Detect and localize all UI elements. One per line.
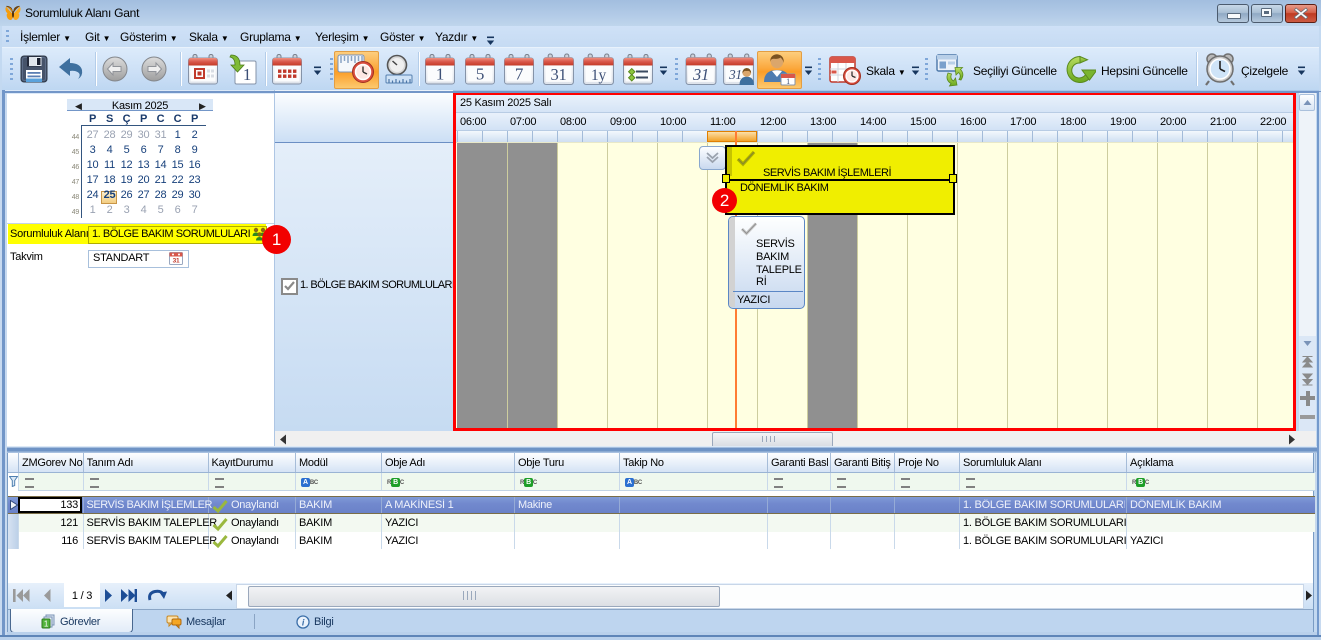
svg-text:5: 5 xyxy=(476,65,484,84)
svg-text:31: 31 xyxy=(728,67,742,82)
svg-text:7: 7 xyxy=(515,65,524,84)
svg-text:1: 1 xyxy=(243,65,251,84)
svg-text:31: 31 xyxy=(173,258,180,265)
svg-text:1y: 1y xyxy=(591,67,606,84)
svg-text:1: 1 xyxy=(786,77,790,86)
svg-text:31: 31 xyxy=(551,65,567,84)
svg-text:31: 31 xyxy=(692,65,709,84)
svg-text:1: 1 xyxy=(436,65,444,84)
